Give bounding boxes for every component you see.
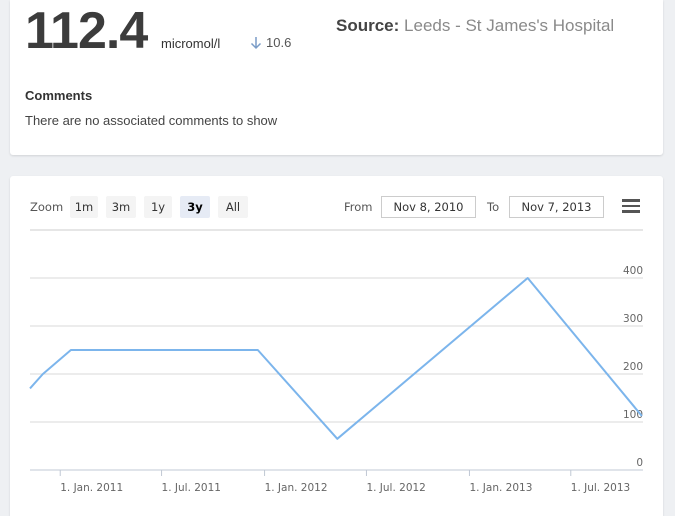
comments-heading: Comments: [25, 88, 93, 103]
x-tick-label: 1. Jul. 2012: [366, 482, 425, 494]
series-line: [29, 277, 643, 440]
delta-value: 10.6: [266, 35, 292, 50]
chart-card: Zoom 1m 3m 1y 3y All From To 01002003004…: [10, 176, 663, 516]
y-tick-label: 0: [636, 457, 643, 469]
value-delta: 10.6: [250, 35, 291, 50]
x-tick-label: 1. Jan. 2013: [469, 482, 532, 494]
source-label: Source:: [336, 16, 400, 35]
x-tick-label: 1. Jul. 2011: [162, 482, 221, 494]
y-tick-label: 200: [623, 361, 643, 373]
value-unit: micromol/l: [161, 36, 221, 51]
x-tick-label: 1. Jan. 2012: [265, 482, 328, 494]
comments-text: There are no associated comments to show: [25, 113, 278, 128]
y-tick-label: 300: [623, 313, 643, 325]
latest-value: 112.4: [25, 2, 148, 60]
x-tick-label: 1. Jul. 2013: [571, 482, 630, 494]
arrow-down-icon: [250, 36, 262, 50]
y-tick-label: 400: [623, 265, 643, 277]
source-line: Source: Leeds - St James's Hospital: [336, 16, 614, 36]
x-tick-label: 1. Jan. 2011: [60, 482, 123, 494]
line-chart: 0100200300400 1. Jan. 2011 1. Jul. 2011 1.…: [29, 229, 643, 494]
summary-card: 112.4 micromol/l 10.6 Source: Leeds - St…: [10, 0, 663, 155]
source-value: Leeds - St James's Hospital: [404, 16, 615, 35]
